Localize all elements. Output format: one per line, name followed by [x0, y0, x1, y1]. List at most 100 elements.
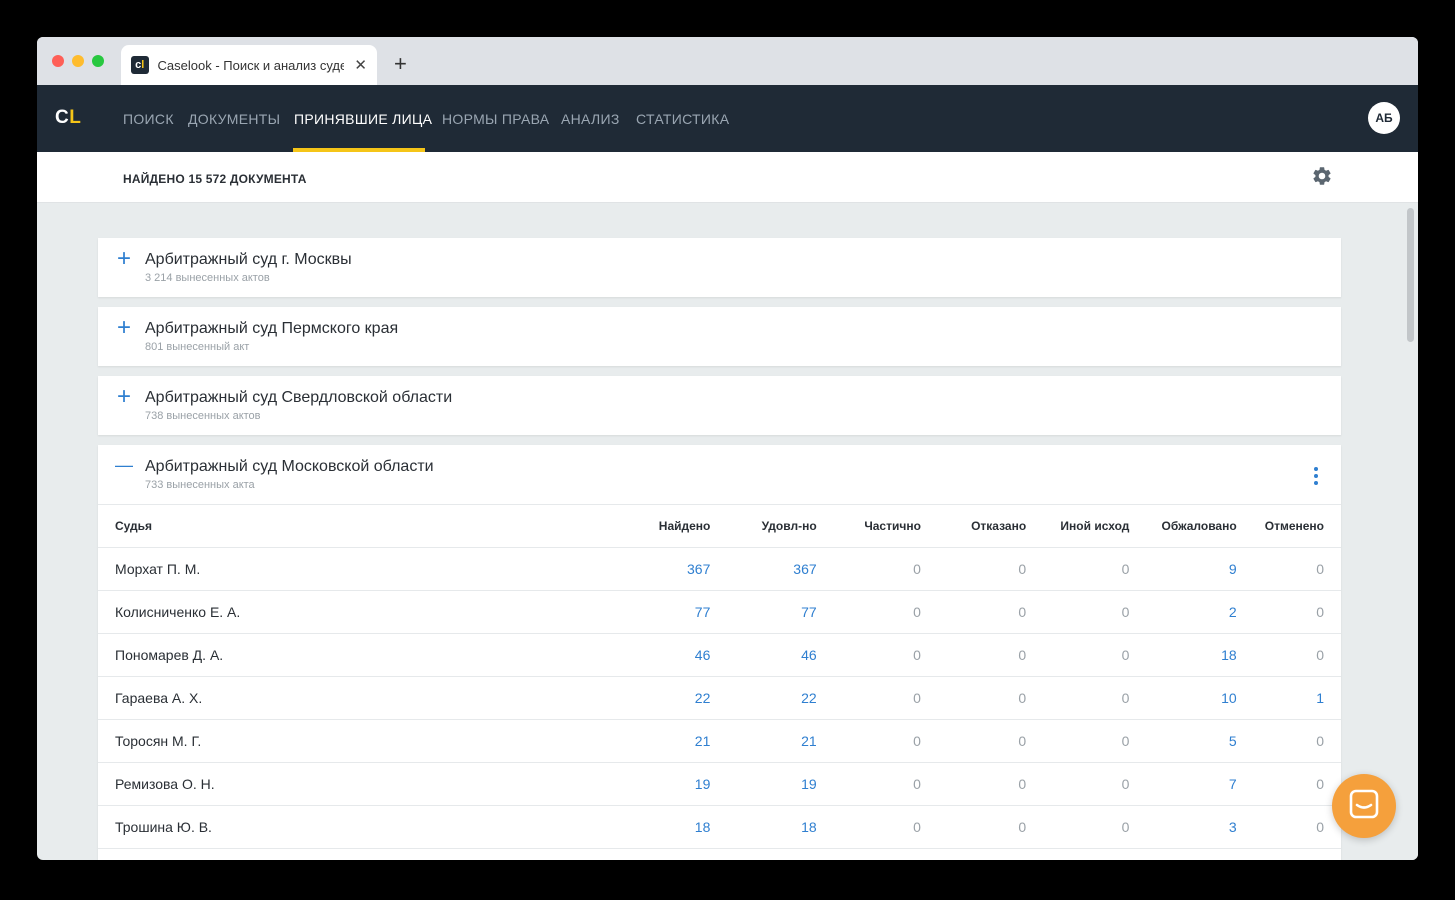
stat-cell[interactable]: 19 — [502, 762, 711, 806]
more-options-icon[interactable] — [1312, 467, 1320, 485]
table-row[interactable]: Пономарев Д. А. 46 46 0 0 0 18 0 — [98, 633, 1341, 677]
column-header-judge[interactable]: Судья — [98, 504, 503, 548]
stat-cell: 0 — [1236, 633, 1341, 677]
stat-cell[interactable]: 21 — [710, 719, 817, 763]
top-navigation: CL ПОИСК ДОКУМЕНТЫ ПРИНЯВШИЕ ЛИЦА НОРМЫ … — [37, 85, 1418, 152]
tab-title: Caselook - Поиск и анализ суде — [157, 57, 345, 73]
stat-cell[interactable]: 77 — [710, 590, 817, 634]
judge-name-cell: Пономарев Д. А. — [98, 633, 503, 677]
court-card-sverdlovsk[interactable]: + Арбитражный суд Свердловской области 7… — [98, 376, 1341, 435]
found-count: НАЙДЕНО 15 572 ДОКУМЕНТА — [123, 172, 307, 186]
minimize-window-button[interactable] — [72, 55, 84, 67]
nav-item-search[interactable]: ПОИСК — [123, 111, 174, 127]
stat-cell[interactable]: 7 — [1129, 762, 1237, 806]
chat-button[interactable] — [1332, 774, 1396, 838]
stat-cell: 0 — [1236, 719, 1341, 763]
stat-cell: 0 — [816, 762, 921, 806]
stat-cell: 0 — [920, 762, 1027, 806]
stat-cell: 0 — [920, 590, 1027, 634]
stat-cell[interactable]: 5 — [1129, 719, 1237, 763]
column-header-refused[interactable]: Отказано — [920, 504, 1027, 548]
chat-icon — [1349, 789, 1379, 819]
close-window-button[interactable] — [52, 55, 64, 67]
stat-cell: 0 — [1236, 590, 1341, 634]
nav-item-analysis[interactable]: АНАЛИЗ — [561, 111, 620, 127]
stat-cell[interactable]: 77 — [502, 590, 711, 634]
stat-cell[interactable]: 18 — [502, 805, 711, 849]
column-header-appealed[interactable]: Обжаловано — [1129, 504, 1237, 548]
column-header-satisfied[interactable]: Удовл-но — [710, 504, 817, 548]
stat-cell[interactable]: 19 — [710, 762, 817, 806]
stat-cell[interactable]: 1 — [1236, 676, 1341, 720]
table-row[interactable]: Морхат П. М. 367 367 0 0 0 9 0 — [98, 547, 1341, 591]
stat-cell: 0 — [816, 719, 921, 763]
court-name: Арбитражный суд Московской области — [145, 458, 434, 475]
stat-cell: 0 — [1026, 805, 1130, 849]
stat-cell[interactable]: 22 — [710, 676, 817, 720]
new-tab-button[interactable]: + — [394, 51, 407, 77]
stat-cell: 0 — [1236, 762, 1341, 806]
stat-cell[interactable]: 9 — [1129, 547, 1237, 591]
stat-cell: 0 — [1236, 547, 1341, 591]
table-row[interactable]: Торосян М. Г. 21 21 0 0 0 5 0 — [98, 719, 1341, 763]
stat-cell[interactable]: 18 — [1129, 633, 1237, 677]
stat-cell[interactable]: 3 — [1129, 805, 1237, 849]
user-avatar[interactable]: АБ — [1368, 102, 1400, 134]
logo-letter-l: L — [69, 107, 82, 128]
table-row[interactable]: Трошина Ю. В. 18 18 0 0 0 3 0 — [98, 805, 1341, 849]
browser-tab[interactable]: cl Caselook - Поиск и анализ суде ✕ — [121, 45, 377, 85]
column-header-other[interactable]: Иной исход — [1026, 504, 1130, 548]
court-acts-count: 801 вынесенный акт — [145, 341, 250, 353]
table-row[interactable]: Ремизова О. Н. 19 19 0 0 0 7 0 — [98, 762, 1341, 806]
stat-cell[interactable]: 46 — [502, 633, 711, 677]
collapse-icon[interactable]: — — [115, 452, 133, 478]
scrollbar[interactable] — [1404, 203, 1418, 860]
table-row[interactable]: Гараева А. Х. 22 22 0 0 0 10 1 — [98, 676, 1341, 720]
stat-cell[interactable]: 2 — [1129, 590, 1237, 634]
expand-icon[interactable]: + — [115, 246, 133, 272]
stat-cell: 0 — [816, 676, 921, 720]
caselook-favicon-icon: cl — [131, 56, 149, 74]
stat-cell: 0 — [920, 633, 1027, 677]
court-acts-count: 733 вынесенных акта — [145, 479, 255, 491]
stat-cell[interactable]: 367 — [502, 547, 711, 591]
stat-cell[interactable]: 21 — [502, 719, 711, 763]
stat-cell: 0 — [1026, 547, 1130, 591]
logo-letter-c: C — [55, 107, 70, 128]
court-card-moscow[interactable]: + Арбитражный суд г. Москвы 3 214 вынесе… — [98, 238, 1341, 297]
tab-close-icon[interactable]: ✕ — [354, 56, 367, 74]
stat-cell: 0 — [1026, 762, 1130, 806]
caselook-logo[interactable]: CL — [55, 107, 81, 129]
browser-chrome: cl Caselook - Поиск и анализ суде ✕ + — [37, 37, 1418, 85]
stat-cell: 0 — [1026, 719, 1130, 763]
stat-cell[interactable]: 22 — [502, 676, 711, 720]
column-header-found[interactable]: Найдено — [502, 504, 711, 548]
court-card-perm[interactable]: + Арбитражный суд Пермского края 801 вын… — [98, 307, 1341, 366]
browser-window: cl Caselook - Поиск и анализ суде ✕ + CL… — [37, 37, 1418, 860]
nav-item-judges[interactable]: ПРИНЯВШИЕ ЛИЦА — [294, 111, 432, 127]
expand-icon[interactable]: + — [115, 315, 133, 341]
court-card-moscow-region: — Арбитражный суд Московской области 733… — [98, 445, 1341, 860]
stat-cell[interactable]: 46 — [710, 633, 817, 677]
column-header-partial[interactable]: Частично — [816, 504, 921, 548]
judge-name-cell: Ремизова О. Н. — [98, 762, 503, 806]
judge-name-cell: Торосян М. Г. — [98, 719, 503, 763]
judge-name-cell: Морхат П. М. — [98, 547, 503, 591]
table-header-row: Судья Найдено Удовл-но Частично Отказано… — [98, 504, 1341, 548]
maximize-window-button[interactable] — [92, 55, 104, 67]
stat-cell: 0 — [1236, 805, 1341, 849]
nav-item-statistics[interactable]: СТАТИСТИКА — [636, 111, 729, 127]
table-row[interactable]: Колисниченко Е. А. 77 77 0 0 0 2 0 — [98, 590, 1341, 634]
column-header-cancelled[interactable]: Отменено — [1236, 504, 1341, 548]
court-name: Арбитражный суд Свердловской области — [145, 389, 453, 406]
expand-icon[interactable]: + — [115, 384, 133, 410]
stat-cell: 0 — [816, 590, 921, 634]
stat-cell[interactable]: 18 — [710, 805, 817, 849]
nav-item-law-norms[interactable]: НОРМЫ ПРАВА — [442, 111, 549, 127]
scrollbar-thumb[interactable] — [1407, 208, 1414, 342]
gear-icon[interactable] — [1311, 165, 1333, 187]
stat-cell[interactable]: 10 — [1129, 676, 1237, 720]
stat-cell[interactable]: 367 — [710, 547, 817, 591]
nav-item-documents[interactable]: ДОКУМЕНТЫ — [188, 111, 280, 127]
stat-cell: 0 — [816, 805, 921, 849]
